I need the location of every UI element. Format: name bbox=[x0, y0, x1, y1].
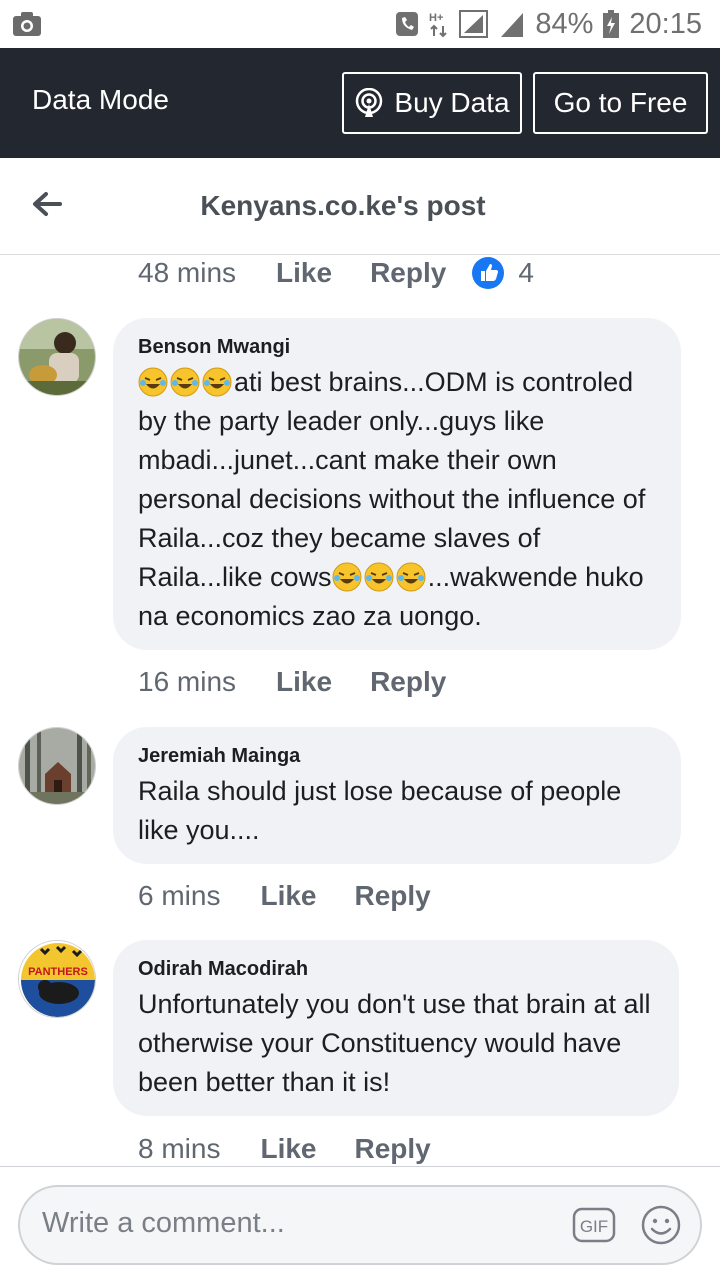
comment-author[interactable]: Jeremiah Mainga bbox=[138, 745, 655, 768]
buy-data-button[interactable]: Buy Data bbox=[342, 72, 522, 134]
reply-button[interactable]: Reply bbox=[355, 880, 431, 912]
comment-text: ati best brains...ODM is controled by th… bbox=[138, 363, 655, 636]
laughing-emoji-icon bbox=[364, 562, 394, 592]
comment-time: 48 mins bbox=[138, 257, 237, 288]
like-button[interactable]: Like bbox=[276, 257, 332, 289]
comment-author[interactable]: Odirah Macodirah bbox=[138, 958, 653, 981]
comment-text-part: ati best brains...ODM is controled by th… bbox=[138, 367, 646, 592]
gif-label: GIF bbox=[580, 1217, 608, 1236]
reply-button[interactable]: Reply bbox=[355, 1133, 431, 1165]
comment-bubble: Benson Mwangi ati best brains...ODM is c… bbox=[113, 318, 681, 650]
battery-percent: 84% bbox=[535, 7, 594, 40]
laughing-emoji-icon bbox=[396, 562, 426, 592]
comment-bubble: Jeremiah Mainga Raila should just lose b… bbox=[113, 727, 681, 864]
comment-bubble: Odirah Macodirah Unfortunately you don't… bbox=[113, 940, 679, 1116]
data-mode-bar: Data Mode Buy Data Go to Free bbox=[0, 48, 720, 158]
go-to-free-label: Go to Free bbox=[553, 87, 688, 118]
clock: 20:15 bbox=[629, 7, 702, 40]
avatar[interactable]: PANTHERS bbox=[18, 940, 96, 1018]
hplus-data-icon: H+ bbox=[429, 12, 448, 38]
comment-meta: 6 mins Like Reply bbox=[138, 876, 431, 916]
camera-icon bbox=[13, 12, 41, 36]
avatar-image bbox=[19, 319, 95, 395]
like-button[interactable]: Like bbox=[276, 666, 332, 698]
avatar-image: PANTHERS bbox=[19, 941, 95, 1017]
laughing-emoji-icon bbox=[332, 562, 362, 592]
svg-text:H+: H+ bbox=[429, 12, 443, 24]
emoji-smile-icon[interactable] bbox=[640, 1204, 682, 1246]
status-bar: H+ 84% 20:15 bbox=[0, 0, 720, 48]
gif-icon[interactable]: GIF bbox=[572, 1207, 616, 1243]
signal-icon bbox=[501, 13, 524, 37]
laughing-emoji-icon bbox=[202, 367, 232, 397]
comment-time: 16 mins bbox=[138, 666, 237, 697]
battery-icon bbox=[603, 10, 620, 38]
avatar-image bbox=[19, 728, 95, 804]
comment-meta: 8 mins Like Reply bbox=[138, 1129, 431, 1169]
comment-text: Raila should just lose because of people… bbox=[138, 776, 622, 845]
reply-button[interactable]: Reply bbox=[370, 257, 446, 289]
like-reaction-icon bbox=[472, 257, 505, 289]
comment-author[interactable]: Benson Mwangi bbox=[138, 336, 655, 359]
comment-time: 8 mins bbox=[138, 1133, 221, 1164]
reply-button[interactable]: Reply bbox=[370, 666, 446, 698]
reaction-count: 4 bbox=[518, 257, 534, 288]
reaction-summary[interactable]: 4 bbox=[472, 257, 534, 289]
avatar[interactable] bbox=[18, 727, 96, 805]
comment-text: Unfortunately you don't use that brain a… bbox=[138, 989, 651, 1097]
signal-icon bbox=[459, 10, 489, 38]
comment-input[interactable]: Write a comment... GIF bbox=[18, 1185, 702, 1265]
comment-meta: 16 mins Like Reply bbox=[138, 662, 446, 702]
page-title: Kenyans.co.ke's post bbox=[200, 190, 486, 221]
comment-placeholder: Write a comment... bbox=[42, 1207, 285, 1239]
like-button[interactable]: Like bbox=[260, 1133, 316, 1165]
avatar-text: PANTHERS bbox=[28, 966, 88, 978]
buy-data-label: Buy Data bbox=[394, 87, 510, 118]
laughing-emoji-icon bbox=[138, 367, 168, 397]
like-button[interactable]: Like bbox=[260, 880, 316, 912]
avatar[interactable] bbox=[18, 318, 96, 396]
comment-meta: 48 mins Like Reply 4 bbox=[138, 253, 534, 293]
phone-icon bbox=[396, 12, 419, 36]
comment-composer-bar: Write a comment... GIF bbox=[0, 1166, 720, 1281]
comment-time: 6 mins bbox=[138, 880, 221, 911]
go-to-free-button[interactable]: Go to Free bbox=[533, 72, 708, 134]
data-mode-title: Data Mode bbox=[32, 84, 169, 115]
post-header: Kenyans.co.ke's post bbox=[0, 158, 720, 255]
broadcast-icon bbox=[356, 88, 383, 117]
laughing-emoji-icon bbox=[170, 367, 200, 397]
